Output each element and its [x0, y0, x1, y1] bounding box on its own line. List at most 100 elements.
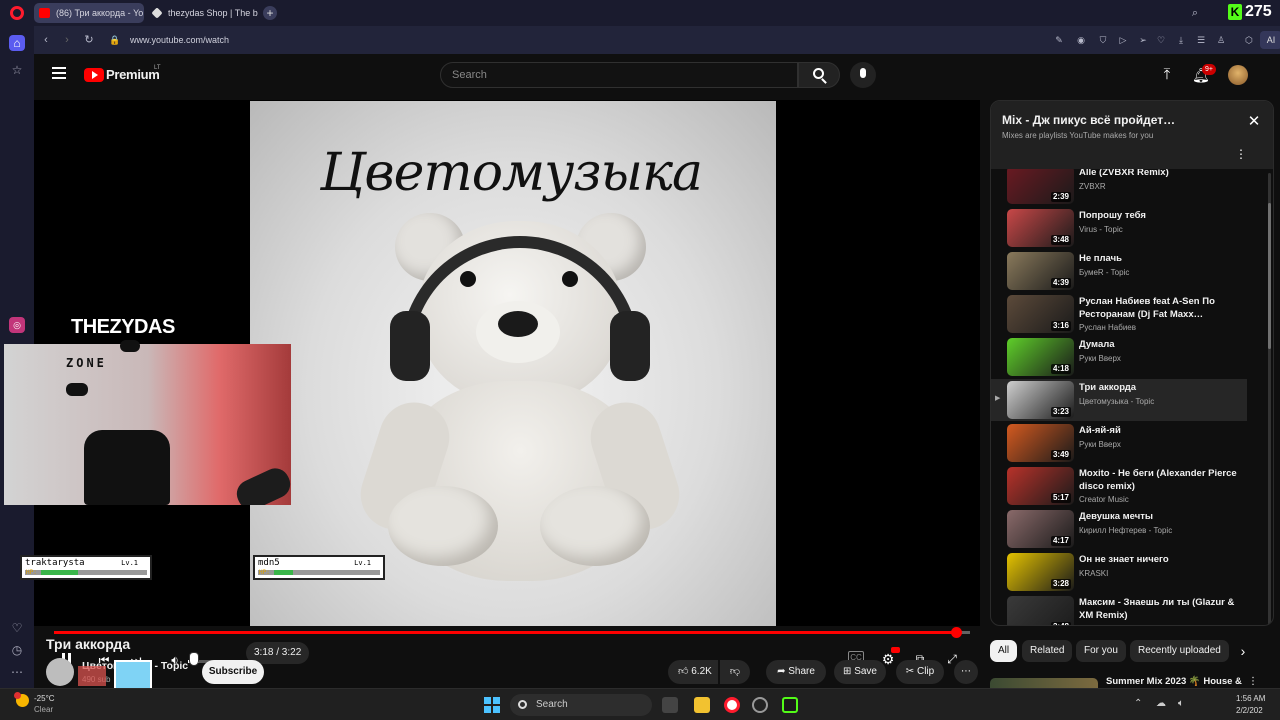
list-icon[interactable]: ☰	[1194, 33, 1208, 47]
close-icon[interactable]: ✕	[1247, 114, 1261, 129]
edit-icon[interactable]: ✎	[1052, 33, 1066, 47]
region-code: LT	[154, 65, 161, 71]
thumbs-down-icon: 👎︎	[729, 666, 741, 677]
player2-hp-card: mdn5 Lv.1 HP:	[253, 555, 385, 580]
profile-icon[interactable]: ♙	[1214, 33, 1228, 47]
playlist-item-channel: ZVBXR	[1079, 182, 1106, 191]
send-icon[interactable]: ➢	[1136, 33, 1150, 47]
voice-search-button[interactable]	[850, 62, 876, 88]
chair-silhouette	[84, 430, 170, 505]
playlist-item-title: Максим - Знаешь ли ты (Glazur & XM Remix…	[1079, 597, 1235, 621]
back-icon[interactable]: ‹	[39, 33, 53, 47]
play-icon[interactable]: ▷	[1116, 33, 1130, 47]
playlist-item[interactable]: 3:48 Попрошу тебя Virus - Topic	[991, 207, 1247, 249]
clip-button[interactable]: ✂ Clip	[896, 660, 944, 684]
avatar[interactable]	[1228, 65, 1248, 85]
channel-avatar[interactable]	[46, 658, 74, 686]
camera-icon[interactable]: ◉	[1074, 33, 1088, 47]
tab-shop[interactable]: thezydas Shop | The best	[146, 3, 258, 23]
playlist-item[interactable]: 4:39 Не плачь БумеR - Topic	[991, 250, 1247, 292]
cube-icon[interactable]: ⬡	[1242, 33, 1256, 47]
dislike-button[interactable]: 👎︎	[720, 660, 750, 684]
heart-outline-icon[interactable]: ♡	[1154, 33, 1168, 47]
clock-time[interactable]: 1:56 AM	[1236, 694, 1265, 703]
taskbar-search[interactable]: Search	[510, 694, 652, 716]
playlist-item-title: Он не знает ничего	[1079, 554, 1169, 565]
progress-scrubber-handle[interactable]	[951, 627, 963, 638]
playlist-item-thumbnail: 4:18	[1007, 338, 1074, 376]
opera-logo-icon[interactable]	[10, 6, 24, 20]
cloud-icon[interactable]: ☁	[1156, 698, 1166, 709]
playlist-item[interactable]: 3:49 Ай-яй-яй Руки Вверх	[991, 422, 1247, 464]
progress-bar[interactable]	[54, 627, 970, 638]
next-video-menu-icon[interactable]: ⋮	[1248, 676, 1258, 687]
tray-chevron-icon[interactable]: ⌃	[1134, 698, 1142, 709]
playlist-item[interactable]: 4:17 Девушка мечты Кирилл Нефтерев - Topic	[991, 508, 1247, 550]
notification-badge: 9+	[1202, 64, 1216, 75]
forward-icon[interactable]: ›	[60, 33, 74, 47]
playlist-item[interactable]: 3:16 Руслан Набиев feat A-Sen По Ресторан…	[991, 293, 1247, 335]
player1-hp-bar: HP:	[25, 569, 147, 576]
upload-icon[interactable]: ⤒	[1160, 67, 1174, 83]
download-icon[interactable]: ⤓	[1174, 33, 1188, 47]
instagram-icon[interactable]: ◎	[9, 317, 25, 333]
playlist-scrollbar[interactable]	[1268, 173, 1271, 625]
weather-temp[interactable]: -25°C	[34, 694, 55, 703]
windows-start-icon[interactable]	[484, 697, 500, 713]
playlist-menu-icon[interactable]: ⋮	[1235, 147, 1247, 161]
media-player-icon[interactable]	[752, 697, 768, 713]
file-explorer-icon[interactable]	[694, 697, 710, 713]
next-video-title[interactable]: Summer Mix 2023 🌴 House &	[1106, 676, 1242, 687]
star-icon[interactable]: ☆	[9, 62, 25, 78]
mix-playlist-panel: Mix - Дж пикус всё пройдет… Mixes are pl…	[990, 100, 1274, 626]
menu-hamburger-icon[interactable]	[52, 67, 66, 79]
opera-app-icon[interactable]	[724, 697, 740, 713]
more-actions-button[interactable]: ⋯	[954, 660, 978, 684]
share-button[interactable]: ➦ Share	[766, 660, 826, 684]
ai-button[interactable]: AI	[1260, 31, 1280, 49]
playlist-item[interactable]: 5:17 Moxito - Не беги (Alexander Pierce d…	[991, 465, 1247, 507]
history-clock-icon[interactable]: ◷	[9, 642, 25, 658]
more-icon[interactable]: ⋯	[9, 664, 25, 680]
playlist-item-thumbnail: 3:48	[1007, 209, 1074, 247]
shield-icon[interactable]: ⛉	[1096, 33, 1110, 47]
duration-badge: 3:48	[1050, 235, 1071, 245]
chip-related[interactable]: Related	[1022, 640, 1073, 662]
counter-widget: K 275	[1226, 2, 1280, 22]
playlist-item[interactable]: 3:48 Максим - Знаешь ли ты (Glazur & XM R…	[991, 594, 1247, 625]
playlist-item[interactable]: ▶ 3:23 Три аккорда Цветомузыка - Topic	[991, 379, 1247, 421]
reload-icon[interactable]: ↻	[82, 33, 96, 47]
url-field[interactable]: www.youtube.com/watch	[130, 33, 229, 47]
duration-badge: 4:18	[1050, 364, 1071, 374]
playlist-item[interactable]: 2:39 Alle (ZVBXR Remix) ZVBXR	[991, 169, 1247, 206]
search-input[interactable]: Search	[440, 62, 798, 88]
next-video-thumb[interactable]	[990, 678, 1098, 688]
chip-recently-uploaded[interactable]: Recently uploaded	[1130, 640, 1229, 662]
playlist-item-title: Девушка мечты	[1079, 511, 1154, 522]
task-view-icon[interactable]	[662, 697, 678, 713]
tab-youtube[interactable]: (86) Три аккорда - Yo	[34, 3, 144, 23]
speaker-icon[interactable]: 🔈︎	[1178, 698, 1184, 709]
like-button[interactable]: 👍︎ 6.2K	[668, 660, 718, 684]
player2-name: mdn5	[258, 558, 280, 568]
search-button[interactable]	[798, 62, 840, 88]
chips-next-icon[interactable]: ›	[1236, 644, 1250, 658]
home-icon[interactable]: ⌂	[9, 35, 25, 51]
playlist-item[interactable]: 4:18 Думала Руки Вверх	[991, 336, 1247, 378]
video-player[interactable]: Цветомузыка THEZYDAS ZONE traktarysta Lv…	[4, 100, 980, 667]
playlist-item[interactable]: 3:28 Он не знает ничего KRASKI	[991, 551, 1247, 593]
chip-for-you[interactable]: For you	[1076, 640, 1126, 662]
search-tabs-icon[interactable]: ⌕	[1188, 6, 1202, 20]
share-arrow-icon: ➦	[777, 666, 786, 677]
windows-taskbar: -25°C Clear Search ⌃ ☁ 🔈︎ 1:56 AM 2/2/20…	[0, 688, 1280, 720]
save-button[interactable]: ⊞ Save	[834, 660, 886, 684]
playlist-item-title: Moxito - Не беги (Alexander Pierce disco…	[1079, 468, 1237, 492]
heart-icon[interactable]: ♡	[9, 620, 25, 636]
chip-all[interactable]: All	[990, 640, 1018, 662]
gaming-app-icon[interactable]	[782, 697, 798, 713]
scissors-icon: ✂	[905, 666, 915, 677]
subscribe-button[interactable]: Subscribe	[202, 660, 264, 684]
youtube-logo[interactable]: Premium LT	[84, 65, 164, 83]
playlist-item-channel: Цветомузыка - Topic	[1079, 397, 1155, 406]
new-tab-button[interactable]: +	[263, 6, 277, 20]
